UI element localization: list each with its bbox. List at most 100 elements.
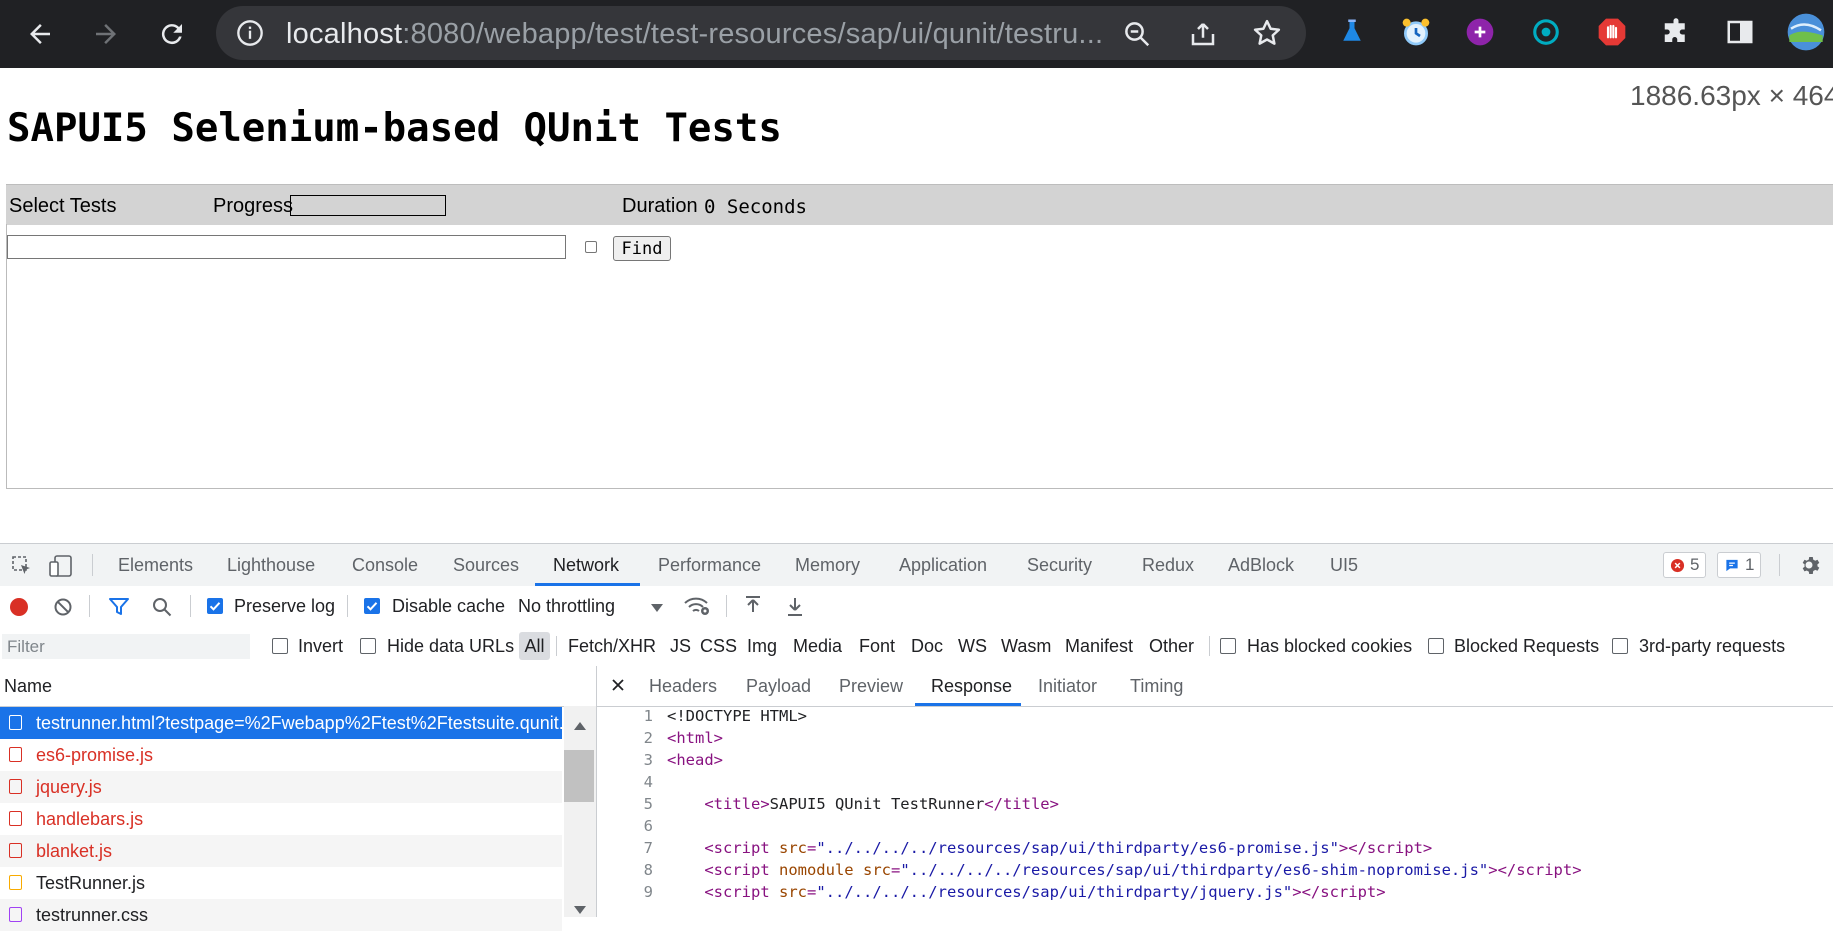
close-icon[interactable] [611,678,625,697]
preserve-log-checkbox[interactable] [207,598,223,614]
side-panel-icon[interactable] [1720,12,1760,52]
type-filter-fetch-xhr[interactable]: Fetch/XHR [568,636,656,657]
filter-input[interactable]: Filter [2,634,250,659]
message-counter[interactable]: 1 [1717,552,1762,578]
forward-arrow-icon[interactable] [86,14,126,54]
type-filter-doc[interactable]: Doc [911,636,943,657]
settings-gear-icon[interactable] [1797,553,1821,582]
code-line: 5 <title>SAPUI5 QUnit TestRunner</title> [597,795,1833,817]
type-filter-css[interactable]: CSS [700,636,737,657]
tab-performance[interactable]: Performance [658,555,761,576]
tab-payload[interactable]: Payload [746,676,811,697]
inspect-element-icon[interactable] [10,554,34,583]
requests-header[interactable]: Name [0,666,596,707]
src-value: "../../../../resources/sap/ui/thirdparty… [816,839,1339,857]
back-arrow-icon[interactable] [20,14,60,54]
import-har-icon[interactable] [743,595,763,622]
type-filter-ws[interactable]: WS [958,636,987,657]
blocked-requests-label: Blocked Requests [1454,636,1600,656]
hide-data-urls-checkbox[interactable] [360,638,376,654]
blocked-requests-checkbox[interactable] [1428,638,1444,654]
address-bar[interactable]: localhost:8080/webapp/test/test-resource… [216,6,1306,60]
type-filter-other[interactable]: Other [1149,636,1194,657]
disable-cache-checkbox[interactable] [364,598,380,614]
tab-preview[interactable]: Preview [839,676,903,697]
request-row-es6-promise[interactable]: es6-promise.js [0,739,562,771]
type-filter-img[interactable]: Img [747,636,777,657]
find-input[interactable] [7,235,566,259]
requests-panel: Name testrunner.html?testpage=%2Fwebapp%… [0,666,597,931]
scroll-up-arrow-icon[interactable] [573,718,587,736]
request-row-testrunner-html[interactable]: testrunner.html?testpage=%2Fwebapp%2Ftes… [0,707,562,739]
dropdown-arrow-icon[interactable] [650,600,664,618]
scrollbar-thumb[interactable] [564,750,594,802]
request-row-blanket[interactable]: blanket.js [0,835,562,867]
script-icon [9,747,22,762]
tab-redux[interactable]: Redux [1142,555,1194,576]
select-tests-label[interactable]: Select Tests [9,195,116,218]
throttling-select[interactable]: No throttling [518,596,615,617]
extension-purple-icon[interactable] [1460,12,1500,52]
extension-eye-icon[interactable] [1526,12,1566,52]
type-filter-media[interactable]: Media [793,636,842,657]
request-row-testrunner-css[interactable]: testrunner.css [0,899,562,931]
invert-checkbox[interactable] [272,638,288,654]
search-icon[interactable] [151,596,173,623]
response-source-view[interactable]: 1 <!DOCTYPE HTML> 2 <html> 3 <head> 4 5 <ti… [597,707,1833,917]
type-filter-all[interactable]: All [519,632,550,660]
request-row-jquery[interactable]: jquery.js [0,771,562,803]
clear-icon[interactable] [53,597,73,622]
find-button[interactable]: Find [613,236,671,261]
site-info-icon[interactable] [236,19,264,52]
tab-lighthouse[interactable]: Lighthouse [227,555,315,576]
devtools-panel: Elements Lighthouse Console Sources Netw… [0,543,1833,931]
tab-console[interactable]: Console [352,555,418,576]
find-checkbox[interactable] [585,241,597,253]
type-filter-js[interactable]: JS [670,636,691,657]
script-icon [9,779,22,794]
request-row-handlebars[interactable]: handlebars.js [0,803,562,835]
bookmark-star-icon[interactable] [1252,18,1282,53]
tab-ui5[interactable]: UI5 [1330,555,1358,576]
export-har-icon[interactable] [785,595,805,622]
tab-security[interactable]: Security [1027,555,1092,576]
extensions-puzzle-icon[interactable] [1656,12,1696,52]
network-filter-bar: Filter Invert Hide data URLs All Fetch/X… [0,626,1833,667]
line-number: 4 [643,773,653,791]
tab-headers[interactable]: Headers [649,676,717,697]
has-blocked-cookies-checkbox[interactable] [1220,638,1236,654]
tab-response[interactable]: Response [931,676,1012,697]
tab-timing[interactable]: Timing [1130,676,1183,697]
third-party-checkbox[interactable] [1612,638,1628,654]
tab-application[interactable]: Application [899,555,987,576]
type-filter-wasm[interactable]: Wasm [1001,636,1051,657]
tab-initiator[interactable]: Initiator [1038,676,1097,697]
error-icon [1670,558,1685,572]
profile-avatar[interactable] [1786,12,1826,52]
network-conditions-icon[interactable] [683,594,711,623]
filter-funnel-icon[interactable] [108,597,130,622]
progress-label: Progress [213,195,294,217]
type-filter-font[interactable]: Font [859,636,895,657]
share-icon[interactable] [1188,19,1218,54]
device-toolbar-icon[interactable] [48,554,74,583]
tab-sources[interactable]: Sources [453,555,519,576]
requests-scrollbar[interactable] [564,706,596,917]
zoom-icon[interactable] [1122,19,1152,54]
tab-network[interactable]: Network [553,555,619,576]
line-number: 5 [643,795,653,813]
tab-memory[interactable]: Memory [795,555,860,576]
tab-elements[interactable]: Elements [118,555,193,576]
extension-potion-icon[interactable] [1332,12,1372,52]
adblock-hand-icon[interactable] [1592,12,1632,52]
reload-icon[interactable] [152,14,192,54]
request-row-testrunner-js[interactable]: TestRunner.js [0,867,562,899]
type-filter-manifest[interactable]: Manifest [1065,636,1133,657]
error-counter[interactable]: 5 [1663,552,1707,578]
record-icon[interactable] [10,598,28,616]
scroll-down-arrow-icon[interactable] [573,902,587,920]
request-name: blanket.js [36,841,113,861]
extension-alarm-clock-icon[interactable] [1396,12,1436,52]
tab-adblock[interactable]: AdBlock [1228,555,1294,576]
network-toolbar: Preserve log Disable cache No throttling [0,586,1833,627]
